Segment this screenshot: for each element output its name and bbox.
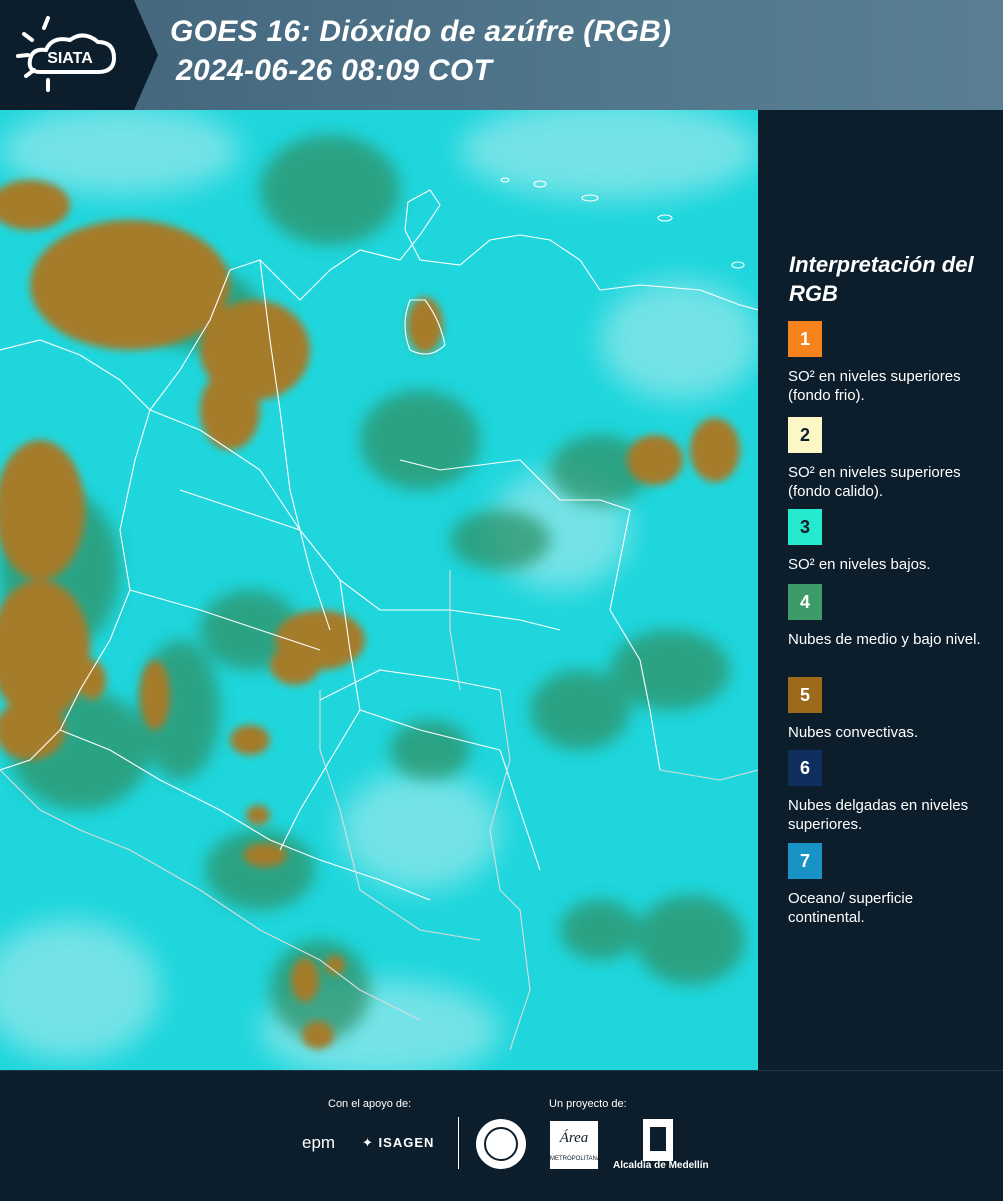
legend-text: Nubes delgadas en niveles superiores. (788, 797, 969, 833)
legend-swatch: 5 (788, 677, 822, 713)
area-text: Área (559, 1130, 589, 1146)
legend-swatch: 1 (788, 321, 822, 357)
page-title: GOES 16: Dióxido de azúfre (RGB) (170, 15, 672, 48)
legend-swatch: 3 (788, 509, 822, 545)
area-metropolitana-logo: Área METROPOLITANA (550, 1121, 601, 1169)
footer-divider (458, 1117, 459, 1169)
legend-panel: Interpretación del RGB 1 SO² en niveles … (760, 110, 1003, 1070)
legend-item-1: 1 SO² en niveles superiores (fondo frio)… (788, 321, 988, 405)
legend-item-4: 4 Nubes de medio y bajo nivel. (788, 584, 988, 668)
area-subtext: METROPOLITANA (550, 1156, 601, 1162)
isagen-text: ISAGEN (378, 1135, 435, 1150)
legend-item-6: 6 Nubes delgadas en niveles superiores. (788, 750, 988, 834)
footer: Con el apoyo de: Un proyecto de: epm ✦ I… (0, 1070, 1003, 1201)
seal-inner (484, 1127, 518, 1161)
alcaldia-shield-icon (643, 1119, 673, 1161)
alcaldia-label: Alcaldía de Medellín (613, 1160, 709, 1171)
legend-swatch: 4 (788, 584, 822, 620)
epm-logo: epm (302, 1133, 336, 1152)
isagen-logo: ✦ ISAGEN (362, 1135, 434, 1151)
map-svg (0, 110, 758, 1070)
legend-title: Interpretación del RGB (789, 252, 974, 306)
legend-number: 6 (799, 757, 810, 778)
header: SIATA GOES 16: Dióxido de azúfre (RGB) 2… (0, 0, 1003, 110)
isagen-icon: ✦ (362, 1135, 374, 1150)
legend-text: Nubes de medio y bajo nivel. (788, 631, 981, 648)
legend-text: SO² en niveles superiores (fondo calido)… (788, 464, 961, 500)
legend-text: SO² en niveles superiores (fondo frio). (788, 368, 961, 404)
legend-number: 2 (799, 424, 810, 445)
project-label: Un proyecto de: (549, 1098, 627, 1110)
legend-swatch: 2 (788, 417, 822, 453)
timestamp: 2024-06-26 08:09 COT (176, 54, 493, 87)
legend-number: 5 (799, 684, 810, 705)
legend-item-3: 3 SO² en niveles bajos. (788, 509, 988, 593)
brand-text: SIATA (47, 50, 93, 67)
satellite-map (0, 110, 758, 1070)
legend-number: 4 (799, 591, 810, 612)
support-label: Con el apoyo de: (328, 1098, 412, 1110)
legend-item-5: 5 Nubes convectivas. (788, 677, 988, 761)
legend-number: 3 (799, 516, 810, 537)
legend-swatch: 7 (788, 843, 822, 879)
legend-number: 7 (799, 850, 810, 871)
medellin-seal-icon (476, 1119, 526, 1169)
legend-item-2: 2 SO² en niveles superiores (fondo calid… (788, 417, 988, 501)
legend-swatch: 6 (788, 750, 822, 786)
legend-text: Oceano/ superficie continental. (788, 890, 914, 926)
legend-item-7: 7 Oceano/ superficie continental. (788, 843, 988, 927)
legend-number: 1 (799, 328, 810, 349)
